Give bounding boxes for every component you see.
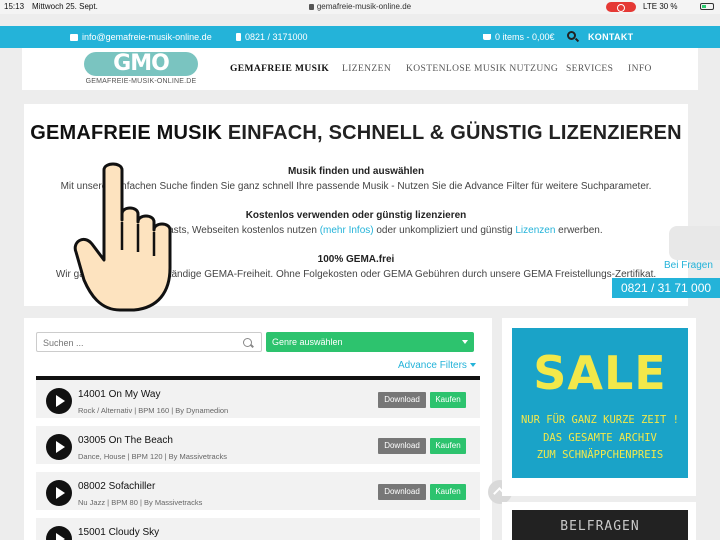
touch-hand-icon [73,162,172,312]
title-part-b: EINFACH, SCHNELL & GÜNSTIG LIZENZIEREN [227,122,682,144]
lizenzen-link[interactable]: Lizenzen [515,225,555,236]
battery-icon [700,3,714,10]
track-title: 03005 On The Beach [78,435,173,446]
email-link[interactable]: info@gemafreie-musik-online.de [70,32,212,42]
phone-text: 0821 / 3171000 [245,32,308,42]
caret-down-icon [469,363,476,367]
advance-filters-toggle[interactable]: Advance Filters [398,360,476,371]
advance-filters-label: Advance Filters [398,360,467,371]
download-button[interactable]: Download [378,392,426,408]
sale-line-3: ZUM SCHNÄPPCHENPREIS [536,449,664,461]
chevron-down-icon [462,340,468,344]
logo-subtitle: GEMAFREIE-MUSIK-ONLINE.DE [85,78,197,85]
search-box[interactable] [36,332,262,352]
battery-percent: 30 % [659,2,678,11]
text-license-mid: oder unkompliziert und günstig [376,225,513,236]
sale-banner[interactable]: SALE NUR FÜR GANZ KURZE ZEIT ! DAS GESAM… [512,328,688,478]
sidebar: SALE NUR FÜR GANZ KURZE ZEIT ! DAS GESAM… [502,318,696,496]
track-meta: Nu Jazz | BPM 80 | By Massivetracks [78,498,203,507]
screen-record-icon [606,2,636,12]
download-button[interactable]: Download [378,438,426,454]
track-title: 14001 On My Way [78,389,161,400]
play-icon[interactable] [46,480,72,506]
download-button[interactable]: Download [378,484,426,500]
sale-line-1: NUR FÜR GANZ KURZE ZEIT ! [520,414,680,426]
page-title: GEMAFREIE MUSIK EINFACH, SCHNELL & GÜNST… [24,122,688,145]
magnifier-icon[interactable] [243,338,252,347]
track-row: 14001 On My Way Rock / Alternativ | BPM … [36,380,480,422]
contact-bar: info@gemafreie-musik-online.de 0821 / 31… [0,26,720,48]
play-icon[interactable] [46,434,72,460]
buy-button[interactable]: Kaufen [430,392,466,408]
logo-mark: GMO [84,52,198,76]
address-url: gemafreie-musik-online.de [316,2,412,11]
buy-button[interactable]: Kaufen [430,484,466,500]
phone-icon [236,33,241,41]
cart-text: 0 items - 0,00€ [495,32,555,42]
track-meta: Dance, House | BPM 120 | By Massivetrack… [78,452,227,461]
email-text: info@gemafreie-musik-online.de [82,32,212,42]
music-search-panel: Genre auswählen Advance Filters 14001 On… [24,318,492,540]
device-status-bar: 15:13 Mittwoch 25. Sept. gemafreie-musik… [0,0,720,14]
side-phone-button[interactable]: 0821 / 31 71 000 [612,278,720,298]
sidebar-banner-2-wrap: BELFRAGEN [502,502,696,540]
envelope-icon [70,33,78,41]
text-license-post: erwerben. [558,225,603,236]
nav-gemafreie-musik[interactable]: GEMAFREIE MUSIK [230,64,329,74]
genre-label: Genre auswählen [272,337,343,347]
nav-lizenzen[interactable]: LIZENZEN [342,64,391,74]
kontakt-link[interactable]: KONTAKT [588,32,633,42]
phone-link[interactable]: 0821 / 3171000 [236,32,308,42]
track-row: 08002 Sofachiller Nu Jazz | BPM 80 | By … [36,472,480,514]
track-title: 08002 Sofachiller [78,481,156,492]
mehr-infos-link[interactable]: (mehr Infos) [320,225,374,236]
track-title: 15001 Cloudy Sky [78,527,160,538]
genre-select[interactable]: Genre auswählen [266,332,474,352]
site-header: GMO GEMAFREIE-MUSIK-ONLINE.DE GEMAFREIE … [22,48,698,90]
sale-line-2: DAS GESAMTE ARCHIV [543,432,657,444]
track-meta: Rock / Alternativ | BPM 160 | By Dynamed… [78,406,229,415]
side-tab[interactable] [669,226,720,260]
site-logo[interactable]: GMO GEMAFREIE-MUSIK-ONLINE.DE [82,52,200,86]
nav-info[interactable]: INFO [628,64,652,74]
network-type: LTE [643,2,658,11]
search-icon[interactable] [567,31,576,40]
status-network: LTE 30 % [643,2,678,11]
cart-icon [483,34,491,40]
title-part-a: GEMAFREIE MUSIK [30,122,223,144]
lock-icon [308,4,314,10]
second-banner[interactable]: BELFRAGEN [512,510,688,540]
nav-kostenlose-musik[interactable]: KOSTENLOSE MUSIK NUTZUNG [406,64,558,74]
buy-button[interactable]: Kaufen [430,438,466,454]
search-input[interactable] [43,335,233,350]
play-icon[interactable] [46,388,72,414]
sale-headline: SALE [533,346,667,400]
track-row: 03005 On The Beach Dance, House | BPM 12… [36,426,480,468]
play-icon[interactable] [46,526,72,540]
side-question-label: Bei Fragen [664,260,713,271]
nav-services[interactable]: SERVICES [566,64,613,74]
track-row: 15001 Cloudy Sky [36,518,480,540]
cart-link[interactable]: 0 items - 0,00€ [483,32,555,42]
